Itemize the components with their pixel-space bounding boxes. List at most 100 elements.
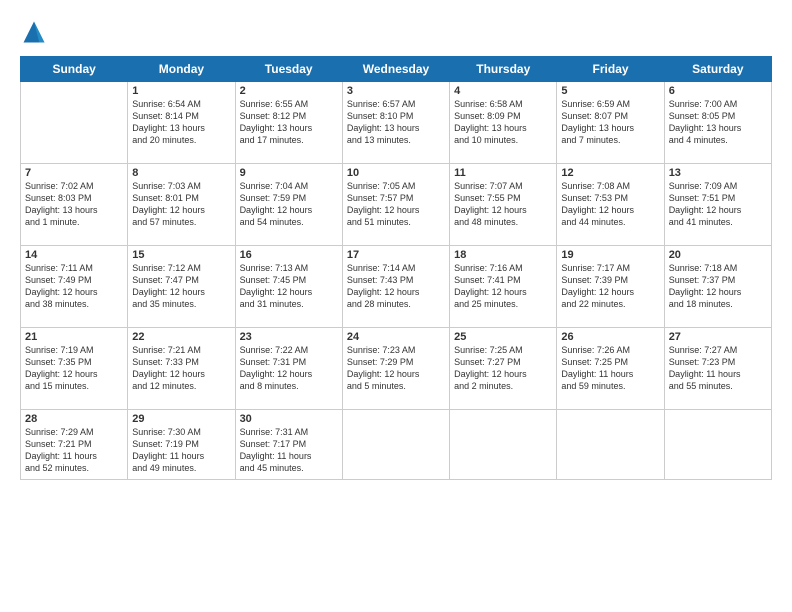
col-header-tuesday: Tuesday <box>235 57 342 82</box>
cal-cell: 1Sunrise: 6:54 AM Sunset: 8:14 PM Daylig… <box>128 82 235 164</box>
day-info: Sunrise: 7:14 AM Sunset: 7:43 PM Dayligh… <box>347 262 445 311</box>
cal-cell <box>21 82 128 164</box>
day-number: 18 <box>454 249 552 261</box>
col-header-sunday: Sunday <box>21 57 128 82</box>
header <box>20 18 772 46</box>
cal-cell <box>557 410 664 480</box>
cal-cell: 13Sunrise: 7:09 AM Sunset: 7:51 PM Dayli… <box>664 164 771 246</box>
col-header-thursday: Thursday <box>450 57 557 82</box>
cal-cell: 27Sunrise: 7:27 AM Sunset: 7:23 PM Dayli… <box>664 328 771 410</box>
day-number: 27 <box>669 331 767 343</box>
day-number: 28 <box>25 413 123 425</box>
day-info: Sunrise: 7:04 AM Sunset: 7:59 PM Dayligh… <box>240 180 338 229</box>
day-info: Sunrise: 7:30 AM Sunset: 7:19 PM Dayligh… <box>132 426 230 475</box>
cal-cell: 28Sunrise: 7:29 AM Sunset: 7:21 PM Dayli… <box>21 410 128 480</box>
cal-cell: 17Sunrise: 7:14 AM Sunset: 7:43 PM Dayli… <box>342 246 449 328</box>
day-number: 17 <box>347 249 445 261</box>
week-row-1: 1Sunrise: 6:54 AM Sunset: 8:14 PM Daylig… <box>21 82 772 164</box>
day-info: Sunrise: 7:18 AM Sunset: 7:37 PM Dayligh… <box>669 262 767 311</box>
day-number: 12 <box>561 167 659 179</box>
cal-cell: 23Sunrise: 7:22 AM Sunset: 7:31 PM Dayli… <box>235 328 342 410</box>
cal-cell: 25Sunrise: 7:25 AM Sunset: 7:27 PM Dayli… <box>450 328 557 410</box>
day-info: Sunrise: 7:12 AM Sunset: 7:47 PM Dayligh… <box>132 262 230 311</box>
cal-cell: 24Sunrise: 7:23 AM Sunset: 7:29 PM Dayli… <box>342 328 449 410</box>
day-number: 3 <box>347 85 445 97</box>
cal-cell: 3Sunrise: 6:57 AM Sunset: 8:10 PM Daylig… <box>342 82 449 164</box>
day-info: Sunrise: 7:11 AM Sunset: 7:49 PM Dayligh… <box>25 262 123 311</box>
cal-cell: 9Sunrise: 7:04 AM Sunset: 7:59 PM Daylig… <box>235 164 342 246</box>
col-header-monday: Monday <box>128 57 235 82</box>
day-info: Sunrise: 7:03 AM Sunset: 8:01 PM Dayligh… <box>132 180 230 229</box>
day-info: Sunrise: 7:16 AM Sunset: 7:41 PM Dayligh… <box>454 262 552 311</box>
day-info: Sunrise: 7:29 AM Sunset: 7:21 PM Dayligh… <box>25 426 123 475</box>
cal-cell: 10Sunrise: 7:05 AM Sunset: 7:57 PM Dayli… <box>342 164 449 246</box>
cal-cell: 22Sunrise: 7:21 AM Sunset: 7:33 PM Dayli… <box>128 328 235 410</box>
day-number: 9 <box>240 167 338 179</box>
week-row-2: 7Sunrise: 7:02 AM Sunset: 8:03 PM Daylig… <box>21 164 772 246</box>
day-number: 16 <box>240 249 338 261</box>
day-number: 11 <box>454 167 552 179</box>
logo-icon <box>20 18 48 46</box>
day-number: 15 <box>132 249 230 261</box>
day-number: 23 <box>240 331 338 343</box>
day-number: 2 <box>240 85 338 97</box>
day-number: 25 <box>454 331 552 343</box>
cal-cell: 12Sunrise: 7:08 AM Sunset: 7:53 PM Dayli… <box>557 164 664 246</box>
cal-cell: 19Sunrise: 7:17 AM Sunset: 7:39 PM Dayli… <box>557 246 664 328</box>
day-info: Sunrise: 6:57 AM Sunset: 8:10 PM Dayligh… <box>347 98 445 147</box>
week-row-3: 14Sunrise: 7:11 AM Sunset: 7:49 PM Dayli… <box>21 246 772 328</box>
day-number: 1 <box>132 85 230 97</box>
cal-cell: 11Sunrise: 7:07 AM Sunset: 7:55 PM Dayli… <box>450 164 557 246</box>
day-info: Sunrise: 7:02 AM Sunset: 8:03 PM Dayligh… <box>25 180 123 229</box>
cal-cell: 4Sunrise: 6:58 AM Sunset: 8:09 PM Daylig… <box>450 82 557 164</box>
day-number: 4 <box>454 85 552 97</box>
cal-cell: 5Sunrise: 6:59 AM Sunset: 8:07 PM Daylig… <box>557 82 664 164</box>
day-number: 6 <box>669 85 767 97</box>
day-info: Sunrise: 7:19 AM Sunset: 7:35 PM Dayligh… <box>25 344 123 393</box>
cal-cell: 29Sunrise: 7:30 AM Sunset: 7:19 PM Dayli… <box>128 410 235 480</box>
cal-cell: 6Sunrise: 7:00 AM Sunset: 8:05 PM Daylig… <box>664 82 771 164</box>
day-info: Sunrise: 7:26 AM Sunset: 7:25 PM Dayligh… <box>561 344 659 393</box>
day-number: 7 <box>25 167 123 179</box>
day-number: 22 <box>132 331 230 343</box>
day-info: Sunrise: 7:13 AM Sunset: 7:45 PM Dayligh… <box>240 262 338 311</box>
day-number: 5 <box>561 85 659 97</box>
day-info: Sunrise: 7:07 AM Sunset: 7:55 PM Dayligh… <box>454 180 552 229</box>
page: SundayMondayTuesdayWednesdayThursdayFrid… <box>0 0 792 612</box>
day-info: Sunrise: 7:21 AM Sunset: 7:33 PM Dayligh… <box>132 344 230 393</box>
day-info: Sunrise: 7:09 AM Sunset: 7:51 PM Dayligh… <box>669 180 767 229</box>
day-info: Sunrise: 6:59 AM Sunset: 8:07 PM Dayligh… <box>561 98 659 147</box>
day-number: 13 <box>669 167 767 179</box>
day-number: 19 <box>561 249 659 261</box>
day-number: 20 <box>669 249 767 261</box>
day-number: 24 <box>347 331 445 343</box>
cal-cell: 2Sunrise: 6:55 AM Sunset: 8:12 PM Daylig… <box>235 82 342 164</box>
day-info: Sunrise: 7:27 AM Sunset: 7:23 PM Dayligh… <box>669 344 767 393</box>
day-info: Sunrise: 7:23 AM Sunset: 7:29 PM Dayligh… <box>347 344 445 393</box>
day-number: 8 <box>132 167 230 179</box>
cal-cell: 20Sunrise: 7:18 AM Sunset: 7:37 PM Dayli… <box>664 246 771 328</box>
day-number: 29 <box>132 413 230 425</box>
week-row-4: 21Sunrise: 7:19 AM Sunset: 7:35 PM Dayli… <box>21 328 772 410</box>
day-info: Sunrise: 7:00 AM Sunset: 8:05 PM Dayligh… <box>669 98 767 147</box>
day-info: Sunrise: 7:31 AM Sunset: 7:17 PM Dayligh… <box>240 426 338 475</box>
day-info: Sunrise: 6:54 AM Sunset: 8:14 PM Dayligh… <box>132 98 230 147</box>
cal-cell: 14Sunrise: 7:11 AM Sunset: 7:49 PM Dayli… <box>21 246 128 328</box>
cal-cell: 15Sunrise: 7:12 AM Sunset: 7:47 PM Dayli… <box>128 246 235 328</box>
logo <box>20 18 50 46</box>
day-info: Sunrise: 7:08 AM Sunset: 7:53 PM Dayligh… <box>561 180 659 229</box>
day-info: Sunrise: 7:25 AM Sunset: 7:27 PM Dayligh… <box>454 344 552 393</box>
cal-cell: 18Sunrise: 7:16 AM Sunset: 7:41 PM Dayli… <box>450 246 557 328</box>
col-header-friday: Friday <box>557 57 664 82</box>
day-info: Sunrise: 6:55 AM Sunset: 8:12 PM Dayligh… <box>240 98 338 147</box>
calendar-table: SundayMondayTuesdayWednesdayThursdayFrid… <box>20 56 772 480</box>
day-info: Sunrise: 7:17 AM Sunset: 7:39 PM Dayligh… <box>561 262 659 311</box>
cal-cell: 26Sunrise: 7:26 AM Sunset: 7:25 PM Dayli… <box>557 328 664 410</box>
col-header-wednesday: Wednesday <box>342 57 449 82</box>
cal-cell: 7Sunrise: 7:02 AM Sunset: 8:03 PM Daylig… <box>21 164 128 246</box>
day-number: 30 <box>240 413 338 425</box>
calendar-header-row: SundayMondayTuesdayWednesdayThursdayFrid… <box>21 57 772 82</box>
cal-cell: 16Sunrise: 7:13 AM Sunset: 7:45 PM Dayli… <box>235 246 342 328</box>
cal-cell <box>664 410 771 480</box>
day-info: Sunrise: 7:22 AM Sunset: 7:31 PM Dayligh… <box>240 344 338 393</box>
